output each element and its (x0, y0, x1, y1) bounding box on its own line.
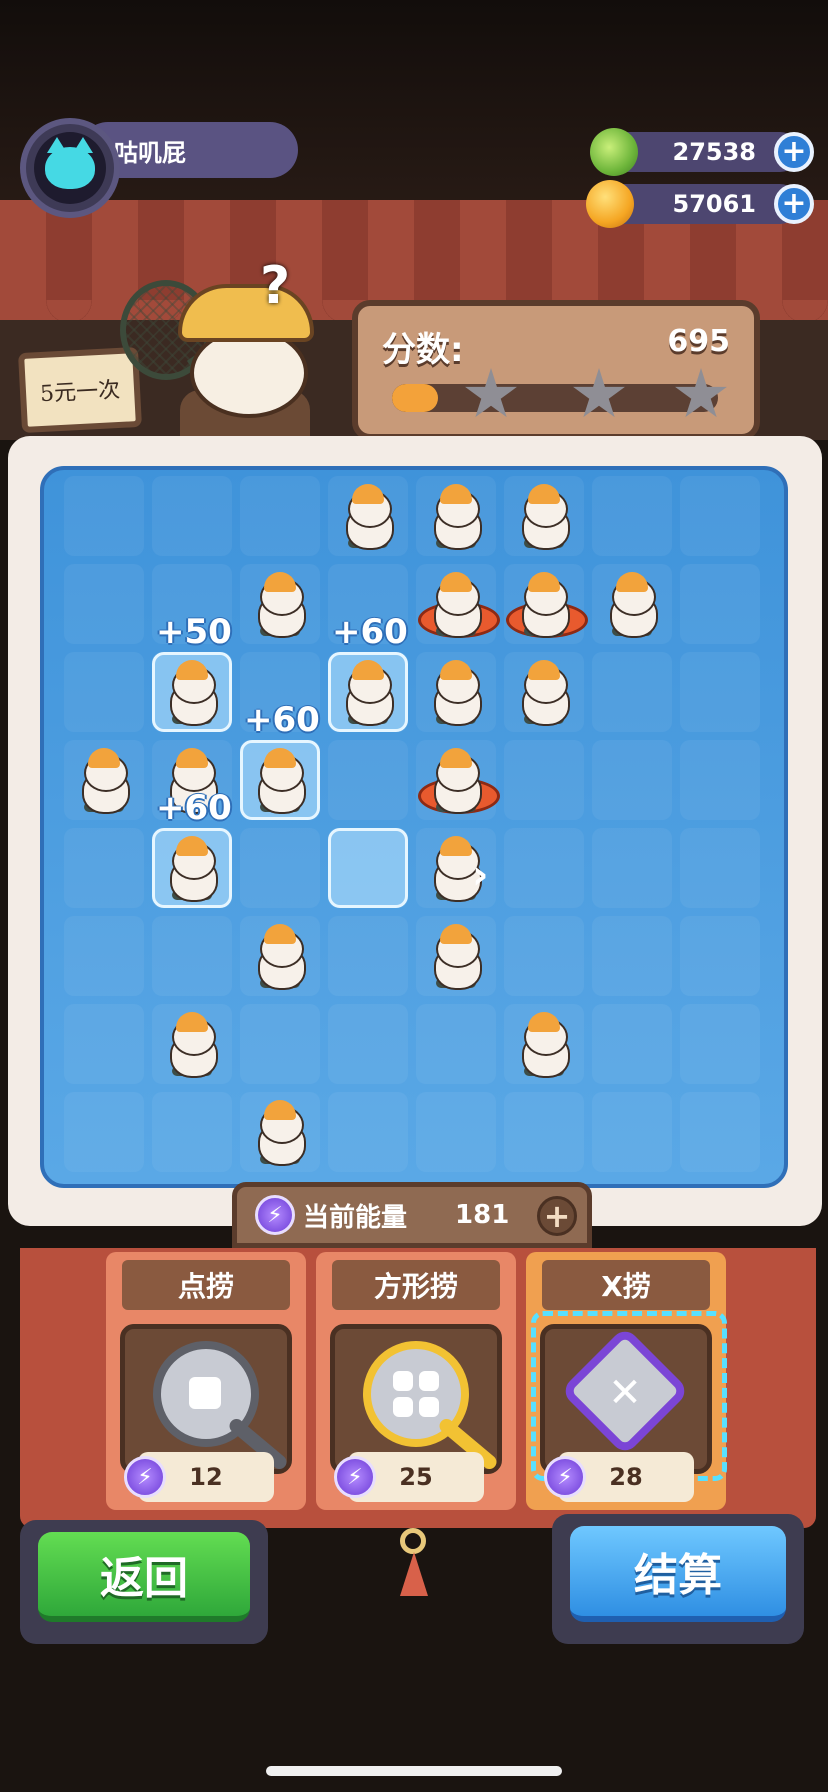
score-panel: 分数: 695 (352, 300, 760, 440)
player-name: 咕叽屁 (114, 138, 186, 167)
otter-hat (178, 284, 314, 342)
otter-fisher-character: ? (120, 256, 320, 440)
avatar-frame (34, 132, 106, 204)
tool-name: X捞 (542, 1260, 710, 1310)
planet-coin-icon (586, 180, 634, 228)
settle-button-label: 结算 (570, 1526, 786, 1622)
board-pieces-layer: +50 +60 +60 +60 (64, 476, 768, 1180)
selected-cell[interactable] (328, 828, 408, 908)
back-button[interactable]: 返回 (20, 1520, 268, 1644)
tool-cost: ⚡ 28 (544, 1452, 694, 1502)
lightning-icon: ⚡ (255, 1195, 295, 1235)
lightning-icon: ⚡ (124, 1456, 166, 1498)
otter-piece[interactable] (514, 1012, 574, 1078)
otter-piece[interactable] (426, 484, 486, 550)
tool-point-scoop[interactable]: 点捞 ⚡ 12 (106, 1252, 306, 1522)
otter-piece[interactable] (162, 660, 222, 726)
back-button-label: 返回 (38, 1532, 250, 1622)
otter-piece-with-float-ring[interactable] (506, 572, 588, 638)
energy-label: 当前能量 (303, 1202, 408, 1233)
score-progress-fill (392, 384, 438, 412)
otter-piece-with-float-ring[interactable] (418, 748, 500, 814)
score-popup: +60 (244, 700, 320, 740)
otter-piece[interactable] (514, 660, 574, 726)
score-popup: +50 (156, 612, 232, 652)
planet-coin-value: 57061 (672, 190, 757, 218)
otter-piece[interactable] (514, 484, 574, 550)
otter-piece[interactable] (162, 1012, 222, 1078)
tool-x-scoop[interactable]: X捞 ✕ ⚡ 28 (526, 1252, 727, 1522)
score-value: 695 (667, 324, 730, 359)
otter-piece[interactable] (250, 572, 310, 638)
settle-button[interactable]: 结算 (552, 1514, 804, 1644)
energy-value: 181 (455, 1200, 510, 1230)
tool-cost-value: 28 (609, 1463, 643, 1491)
pennant-hook-icon (396, 1528, 432, 1628)
tool-cost: ⚡ 12 (124, 1452, 274, 1502)
otter-piece[interactable] (74, 748, 134, 814)
otter-piece[interactable] (250, 924, 310, 990)
add-green-coin-button[interactable]: + (774, 132, 814, 172)
otter-piece[interactable] (426, 924, 486, 990)
otter-piece[interactable] (338, 484, 398, 550)
add-energy-button[interactable]: + (537, 1196, 577, 1236)
add-planet-coin-button[interactable]: + (774, 184, 814, 224)
otter-piece[interactable] (426, 660, 486, 726)
lightning-icon: ⚡ (334, 1456, 376, 1498)
otter-piece[interactable] (162, 836, 222, 902)
tool-cost-value: 12 (189, 1463, 223, 1491)
tool-square-scoop[interactable]: 方形捞 ⚡ 25 (316, 1252, 516, 1522)
tool-cost: ⚡ 25 (334, 1452, 484, 1502)
green-coin-icon (590, 128, 638, 176)
otter-piece[interactable] (250, 748, 310, 814)
tool-cost-value: 25 (399, 1463, 433, 1491)
tool-name: 点捞 (122, 1260, 290, 1310)
otter-piece[interactable] (602, 572, 662, 638)
green-coin-value: 27538 (672, 138, 757, 166)
cat-avatar-icon (45, 137, 95, 189)
chevron-right-icon: › (472, 852, 489, 898)
score-progress-bar (392, 384, 718, 412)
score-popup: +60 (332, 612, 408, 652)
player-avatar[interactable] (20, 118, 120, 218)
tool-name: 方形捞 (332, 1260, 500, 1310)
otter-piece[interactable] (338, 660, 398, 726)
otter-piece[interactable] (250, 1100, 310, 1166)
score-label: 分数: (382, 330, 464, 370)
home-indicator[interactable] (266, 1766, 562, 1776)
score-popup: +60 (156, 788, 232, 828)
energy-bar: ⚡ 当前能量 181 + (232, 1182, 592, 1248)
question-mark-bubble: ? (260, 256, 291, 316)
otter-piece-with-float-ring[interactable] (418, 572, 500, 638)
lightning-icon: ⚡ (544, 1456, 586, 1498)
